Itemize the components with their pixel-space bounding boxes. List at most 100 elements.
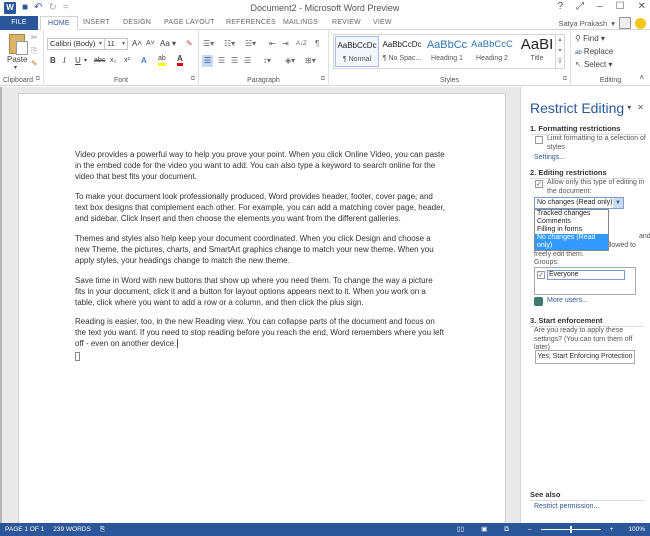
tab-design[interactable]: DESIGN (123, 16, 151, 30)
settings-link[interactable]: Settings... (534, 154, 565, 161)
multilevel-list-button[interactable]: ☱▾ (245, 38, 256, 50)
select-button[interactable]: ↖ Select ▾ (575, 59, 612, 71)
shading-button[interactable]: ◈▾ (285, 55, 295, 67)
document-paragraph[interactable]: Video provides a powerful way to help yo… (75, 149, 445, 182)
option-comments[interactable]: Comments (535, 218, 608, 226)
sort-button[interactable]: A↓Z (296, 38, 307, 50)
chevron-down-icon[interactable]: ▼ (613, 198, 623, 208)
paste-button[interactable]: Paste (7, 54, 27, 66)
zoom-level[interactable]: 100% (628, 523, 645, 536)
style-no-spacing[interactable]: AaBbCcDc ¶ No Spac... (380, 36, 424, 67)
grow-font-button[interactable]: A˄ (132, 38, 142, 50)
document-paragraph[interactable]: To make your document look professionall… (75, 191, 445, 224)
italic-button[interactable]: I (63, 55, 66, 67)
find-button[interactable]: ⚲ Find ▾ (575, 33, 605, 45)
ribbon-display-options-button[interactable]: ⤢ (576, 1, 584, 12)
tab-insert[interactable]: INSERT (83, 16, 110, 30)
decrease-indent-button[interactable]: ⇤ (269, 38, 276, 50)
shrink-font-button[interactable]: A˅ (146, 38, 155, 50)
tab-page-layout[interactable]: PAGE LAYOUT (164, 16, 215, 30)
document-paragraph[interactable]: Save time in Word with new buttons that … (75, 275, 445, 308)
clipboard-launcher-icon[interactable]: ⧉ (36, 76, 40, 83)
paste-icon[interactable] (9, 34, 28, 55)
tab-mailings[interactable]: MAILINGS (283, 16, 318, 30)
user-name[interactable]: Satya Prakash (558, 19, 607, 28)
center-button[interactable]: ☰ (218, 55, 225, 67)
page-count[interactable]: PAGE 1 OF 1 (5, 523, 44, 536)
maximize-button[interactable]: ☐ (616, 1, 625, 12)
tab-home[interactable]: HOME (40, 16, 78, 31)
replace-button[interactable]: ab Replace (575, 46, 613, 59)
editing-type-dropdown[interactable]: No changes (Read only) ▼ (534, 197, 624, 209)
strikethrough-button[interactable]: abc (94, 55, 105, 67)
scroll-up-icon[interactable]: ▴ (556, 35, 564, 46)
paste-options-arrow[interactable]: ▾ (14, 62, 17, 74)
underline-options-arrow[interactable]: ▾ (84, 55, 87, 67)
underline-button[interactable]: U (75, 55, 81, 67)
zoom-slider-thumb[interactable] (569, 526, 572, 533)
tab-view[interactable]: VIEW (373, 16, 392, 30)
start-enforcing-button[interactable]: Yes, Start Enforcing Protection (535, 350, 635, 364)
more-styles-icon[interactable]: ⊽ (556, 57, 564, 68)
copy-icon[interactable]: ⎘ (31, 45, 37, 57)
font-color-button[interactable]: A (177, 54, 183, 66)
style-heading-1[interactable]: AaBbCc Heading 1 (425, 36, 469, 67)
justify-button[interactable]: ☰ (244, 55, 251, 67)
align-right-button[interactable]: ☰ (231, 55, 238, 67)
limit-formatting-checkbox[interactable] (535, 136, 543, 144)
increase-indent-button[interactable]: ⇥ (282, 38, 289, 50)
feedback-smiley-icon[interactable] (635, 17, 646, 29)
chevron-down-icon[interactable]: ▾ (611, 19, 615, 28)
show-formatting-marks-button[interactable]: ¶ (315, 38, 319, 50)
avatar[interactable] (619, 17, 631, 29)
borders-button[interactable]: ⊞▾ (305, 55, 316, 67)
group-everyone-checkbox[interactable]: ✓ (537, 271, 545, 279)
numbering-button[interactable]: ☷▾ (224, 38, 235, 50)
print-layout-icon[interactable]: ▣ (481, 523, 487, 536)
chevron-down-icon[interactable]: ▾ (99, 39, 102, 49)
collapse-ribbon-icon[interactable]: ˄ (639, 72, 644, 84)
styles-launcher-icon[interactable]: ⧉ (563, 76, 567, 83)
superscript-button[interactable]: x² (124, 55, 130, 67)
restrict-permission-link[interactable]: Restrict permission... (534, 503, 599, 510)
option-no-changes[interactable]: No changes (Read only) (535, 234, 608, 250)
option-filling-in-forms[interactable]: Filling in forms (535, 226, 608, 234)
font-size-combo[interactable]: 11 ▾ (104, 38, 128, 50)
allow-editing-type-checkbox[interactable]: ✓ (535, 180, 543, 188)
document-paragraph[interactable]: Reading is easier, too, in the new Readi… (75, 316, 445, 349)
align-left-button[interactable]: ☰ (202, 55, 214, 67)
pane-menu-icon[interactable]: ▾ (627, 103, 631, 112)
style-heading-2[interactable]: AaBbCcC Heading 2 (470, 36, 514, 67)
paragraph-launcher-icon[interactable]: ⧉ (321, 76, 325, 83)
font-name-combo[interactable]: Calibri (Body) ▾ (47, 38, 105, 50)
text-effects-button[interactable]: A (141, 55, 147, 67)
read-mode-icon[interactable]: ▯▯ (457, 523, 464, 536)
option-tracked-changes[interactable]: Tracked changes (535, 210, 608, 218)
cut-icon[interactable]: ✂ (31, 32, 38, 44)
chevron-down-icon[interactable]: ▾ (122, 39, 125, 49)
document-page[interactable]: Video provides a powerful way to help yo… (18, 93, 506, 533)
change-case-button[interactable]: Aa ▾ (160, 38, 176, 50)
close-button[interactable]: ✕ (638, 1, 646, 12)
help-button[interactable]: ? (558, 1, 564, 12)
tab-references[interactable]: REFERENCES (226, 16, 276, 30)
style-normal[interactable]: AaBbCcDc ¶ Normal (335, 36, 379, 67)
style-title[interactable]: AaBI Title (515, 36, 559, 67)
pane-close-icon[interactable]: ✕ (637, 103, 644, 112)
styles-scrollbar[interactable]: ▴ ▾ ⊽ (555, 35, 564, 68)
clear-formatting-icon[interactable]: ✎ (186, 38, 193, 50)
more-users-link[interactable]: More users... (547, 297, 588, 304)
zoom-in-button[interactable]: + (610, 523, 614, 536)
subscript-button[interactable]: x₂ (110, 55, 116, 67)
document-paragraph[interactable]: Themes and styles also help keep your do… (75, 233, 445, 266)
tab-file[interactable]: FILE (0, 16, 38, 30)
zoom-slider[interactable] (540, 523, 601, 536)
format-painter-icon[interactable]: ✎ (31, 58, 38, 70)
bold-button[interactable]: B (50, 55, 56, 67)
minimize-button[interactable]: – (597, 1, 603, 12)
font-launcher-icon[interactable]: ⧉ (191, 76, 195, 83)
user-account[interactable]: Satya Prakash ▾ (558, 16, 646, 30)
tab-review[interactable]: REVIEW (332, 16, 361, 30)
document-area[interactable]: Video provides a powerful way to help yo… (0, 87, 520, 533)
line-spacing-button[interactable]: ↕▾ (263, 55, 271, 67)
